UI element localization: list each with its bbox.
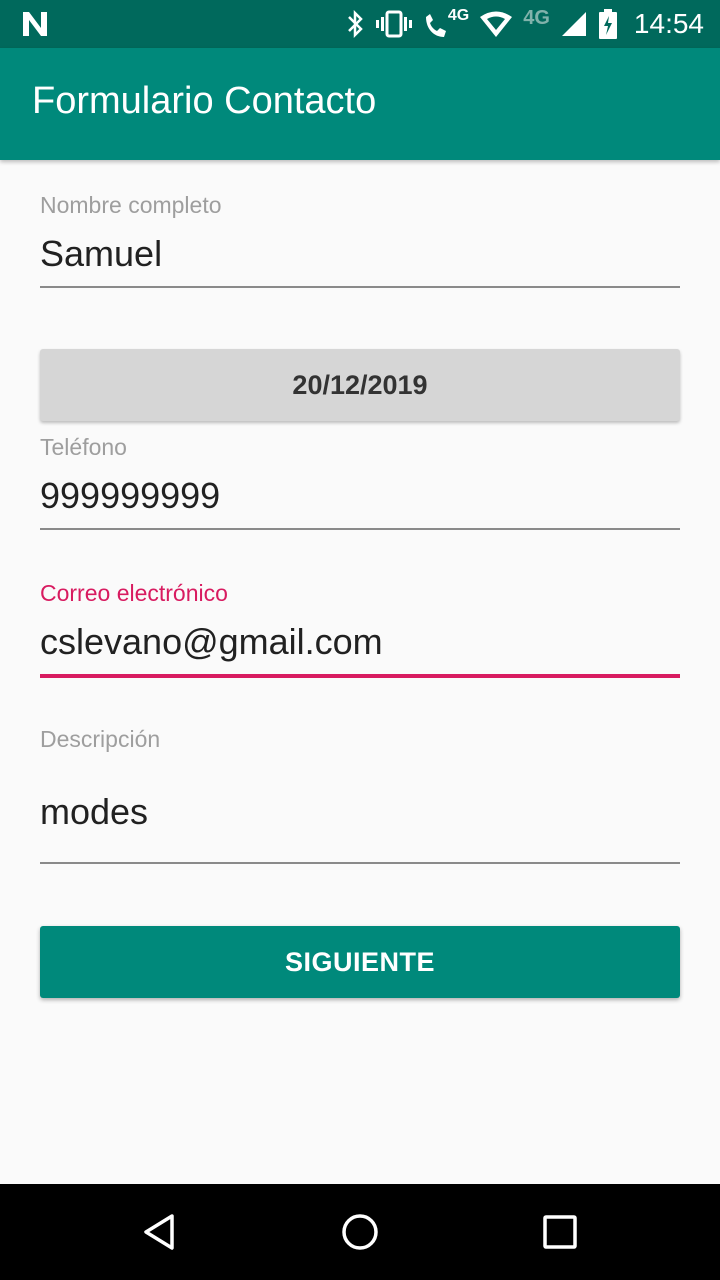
description-field-underline <box>40 862 680 864</box>
network-type-large: 4G <box>523 6 550 29</box>
email-field-underline <box>40 674 680 678</box>
battery-charging-icon <box>598 9 617 39</box>
description-field-label: Descripción <box>40 726 161 752</box>
app-title: Formulario Contacto <box>32 80 377 122</box>
next-button[interactable]: SIGUIENTE <box>40 926 680 998</box>
home-icon[interactable] <box>340 1212 380 1252</box>
vibrate-icon <box>375 10 412 38</box>
app-bar: Formulario Contacto <box>0 48 720 160</box>
phone-field[interactable]: Teléfono 999999999 <box>40 434 680 532</box>
email-field[interactable]: Correo electrónico cslevano@gmail.com <box>40 580 680 680</box>
name-field-underline <box>40 286 680 288</box>
status-icons: 4G 4G 14:54 <box>346 0 704 48</box>
name-field-label: Nombre completo <box>40 192 222 218</box>
wifi-icon <box>480 11 513 37</box>
clock: 14:54 <box>633 8 704 39</box>
date-picker-button[interactable]: 20/12/2019 <box>40 349 680 421</box>
wifi-calling-indicator: 4G <box>422 7 470 39</box>
phone-field-underline <box>40 528 680 530</box>
bluetooth-icon <box>348 9 363 39</box>
description-field[interactable]: Descripción modes <box>40 726 680 866</box>
status-bar: 4G 4G 14:54 <box>0 0 720 48</box>
recents-icon[interactable] <box>540 1212 580 1252</box>
email-field-label: Correo electrónico <box>40 580 228 606</box>
navigation-bar <box>0 1184 720 1280</box>
n-logo-icon <box>23 12 47 36</box>
signal-icon <box>561 12 586 36</box>
description-field-value[interactable]: modes <box>40 791 680 833</box>
email-field-value[interactable]: cslevano@gmail.com <box>40 621 680 663</box>
name-field[interactable]: Nombre completo Samuel <box>40 192 680 290</box>
phone-field-label: Teléfono <box>40 434 127 460</box>
network-type-small: 4G <box>447 7 470 24</box>
name-field-value[interactable]: Samuel <box>40 233 680 275</box>
back-icon[interactable] <box>140 1212 180 1252</box>
wifi-calling-icon <box>425 14 446 37</box>
phone-field-value[interactable]: 999999999 <box>40 475 680 517</box>
